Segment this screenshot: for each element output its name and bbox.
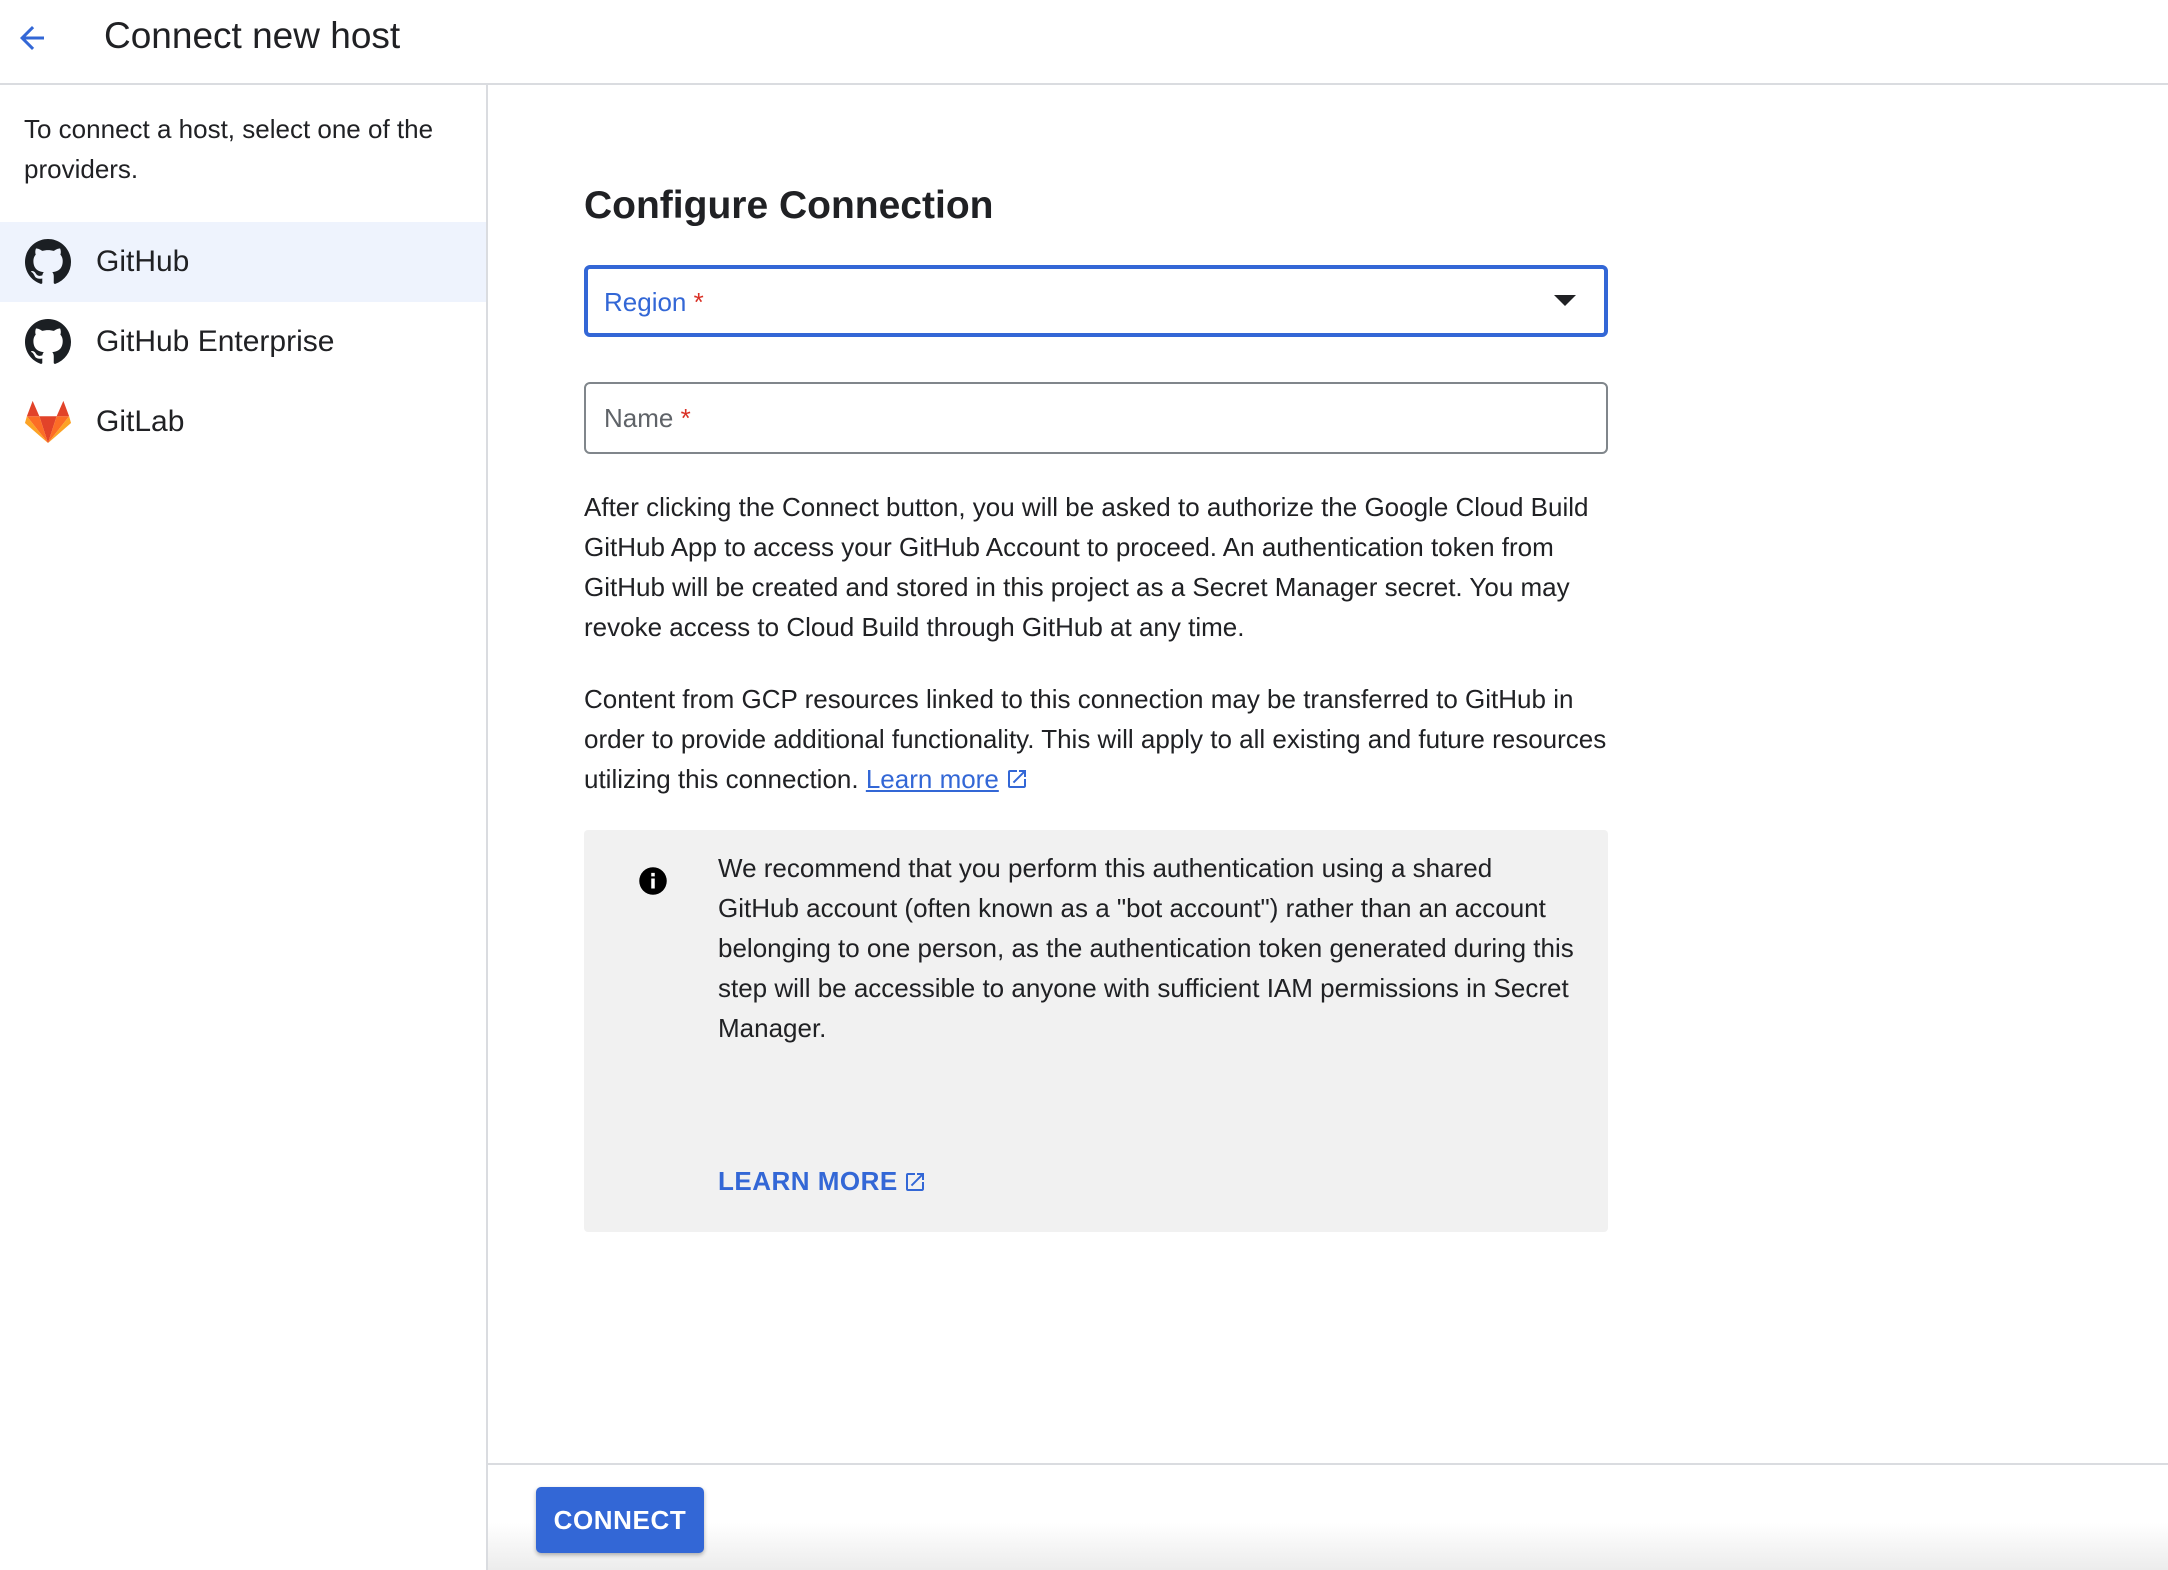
sidebar-intro-text: To connect a host, select one of the pro… (24, 114, 434, 184)
recommendation-text: We recommend that you perform this authe… (718, 853, 1574, 1043)
main-content: Configure Connection Region * Name * Aft… (488, 85, 2168, 1463)
gitlab-icon (24, 398, 72, 446)
github-icon (24, 238, 72, 286)
github-icon (24, 318, 72, 366)
external-link-icon (905, 1172, 924, 1191)
region-label: Region * (604, 287, 704, 317)
name-input[interactable] (586, 384, 1606, 452)
provider-item-github[interactable]: GitHub (0, 222, 486, 302)
provider-label: GitLab (96, 405, 185, 438)
provider-label: GitHub (96, 245, 190, 278)
learn-more-link[interactable]: Learn more (866, 764, 999, 794)
authorization-description: After clicking the Connect button, you w… (584, 492, 1589, 642)
connect-button[interactable]: CONNECT (536, 1487, 704, 1553)
provider-label: GitHub Enterprise (96, 325, 335, 358)
action-footer: CONNECT (488, 1463, 2168, 1570)
required-marker: * (693, 287, 704, 317)
page-header: Connect new host (0, 0, 2168, 85)
provider-item-github-enterprise[interactable]: GitHub Enterprise (0, 302, 486, 382)
provider-sidebar: To connect a host, select one of the pro… (0, 85, 488, 1570)
learn-more-button[interactable]: LEARN MORE (718, 1166, 927, 1197)
external-link-icon (1007, 770, 1026, 788)
back-button[interactable] (10, 16, 54, 60)
arrow-back-icon (20, 26, 44, 50)
info-icon (639, 867, 667, 895)
name-field[interactable]: Name * (584, 382, 1608, 454)
form-title: Configure Connection (584, 184, 994, 227)
page-title: Connect new host (104, 15, 401, 56)
dropdown-arrow-icon (1554, 295, 1576, 306)
provider-item-gitlab[interactable]: GitLab (0, 382, 486, 462)
learn-more-label: LEARN MORE (718, 1166, 898, 1196)
recommendation-info-box: We recommend that you perform this authe… (584, 830, 1608, 1232)
data-transfer-description: Content from GCP resources linked to thi… (584, 684, 1607, 794)
region-select[interactable]: Region * (584, 265, 1608, 337)
